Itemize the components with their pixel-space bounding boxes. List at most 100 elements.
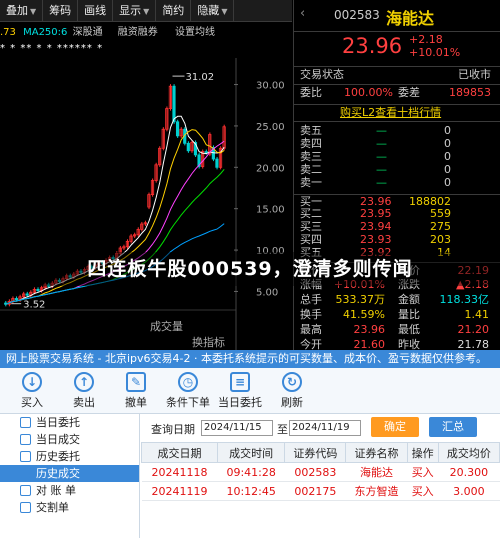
candle-body [215,158,219,168]
confirm-button[interactable]: 确定 [371,417,419,437]
date-to-value: 2024/11/19 [292,422,350,433]
table-row[interactable]: 20241118 09:41:28 002583 海能达 买入 20.300 [141,462,500,482]
simple-button[interactable]: 简约 [156,0,192,22]
status-label: 交易状态 [300,68,344,81]
refresh-label: 刷新 [281,396,303,409]
column-header[interactable]: 成交时间 [217,442,286,463]
chips-button[interactable]: 筹码 [43,0,79,22]
window-title: 网上股票交易系统 - 北京ipv6交易4-2 · 本委托系统提示的可买数量、成本… [0,350,500,368]
column-header[interactable]: 成交均价 [437,442,500,463]
sell-level-volume: 0 [444,137,451,150]
sell-level-label: 卖五 [300,124,322,137]
candle-body [25,293,29,296]
indicator-line: .73 MA250:6 深股通 融资融券 设置均线 [0,26,292,40]
table-cell: 海能达 [345,462,408,482]
cancel-doc-icon: ✎ [126,372,146,392]
ma-settings-tab[interactable]: 设置均线 [175,27,215,38]
hide-menu[interactable]: 隐藏 ▼ [191,0,235,22]
switch-indicator-button[interactable]: 换指标 [192,335,225,349]
y-tick-label: 25.00 [256,122,285,133]
stat-label: 今开 [300,338,322,350]
table-cell: 20241118 [141,462,218,482]
sell-label: 卖出 [73,396,95,409]
chevron-left-icon[interactable]: ‹ [300,6,305,21]
buy-level-label: 买四 [300,233,322,246]
date-to-input[interactable]: 2024/11/19 [289,420,361,436]
price-change-block: +2.18 +10.01% [409,33,460,59]
price-change-pct: +10.01% [409,46,461,59]
sell-level-label: 卖一 [300,176,322,189]
y-tick-label: 30.00 [256,81,285,92]
buy-level-row: 买三 23.94 275 [294,220,500,233]
sell-level-volume: 0 [444,124,451,137]
sell-level-price: — [376,137,387,150]
buy-level-price: 23.94 [360,220,392,233]
date-from-input[interactable]: 2024/11/15 [201,420,273,436]
column-header[interactable]: 操作 [406,442,439,463]
column-header[interactable]: 证券名称 [345,442,408,463]
simple-label: 简约 [162,4,185,17]
buy-level-row: 买二 23.95 559 [294,207,500,220]
sidebar-item-label: 历史委托 [36,450,80,463]
ma-value: .73 [0,27,16,38]
volume-label: 成交量 [150,319,183,333]
table-cell: 002175 [284,481,346,501]
buy-level-label: 买二 [300,207,322,220]
overlay-label: 叠加 [6,4,28,17]
sidebar-item-label: 当日成交 [36,433,80,446]
candle-body [175,121,180,137]
sell-level-volume: 0 [444,176,451,189]
table-row[interactable]: 20241119 10:12:45 002175 东方智造 买入 3.000 [141,481,500,501]
stat-label: 昨收 [398,338,420,350]
sidebar-item-label: 当日委托 [36,416,80,429]
today-orders-label: 当日委托 [218,396,262,409]
draw-line-button[interactable]: 画线 [78,0,114,22]
weibi-row: 委比 100.00% 委差 189853 [294,84,500,100]
hide-label: 隐藏 [197,4,220,17]
upload-icon: ↑ [74,372,94,392]
table-cell: 10:12:45 [217,481,285,501]
buy-button[interactable]: ↓ 买入 [6,368,58,413]
stat-value: 1.41 [464,308,490,321]
chips-label: 筹码 [49,4,72,17]
trade-history-table: 成交日期 成交时间 证券代码 证券名称 操作 成交均价 20241118 09:41:28 0… [140,442,500,501]
chevron-down-icon: ▼ [143,7,150,16]
hk-connect-tab[interactable]: 深股通 [73,27,103,38]
margin-tab[interactable]: 融资融券 [118,27,158,38]
summary-button[interactable]: 汇总 [429,417,477,437]
stat-row: 总手 533.37万 金额 118.33亿 [294,292,500,307]
l2-link[interactable]: 购买L2查看十档行情 [340,105,441,121]
stat-value: 41.59% [343,308,385,321]
refresh-button[interactable]: ↻ 刷新 [266,368,318,413]
overlay-menu[interactable]: 叠加 ▼ [0,0,44,22]
document-icon [20,485,31,496]
conditional-order-button[interactable]: ◷ 条件下单 [162,368,214,413]
sidebar-item[interactable]: 当日成交 [0,431,139,448]
stock-name: 海能达 [386,9,435,28]
sidebar-item[interactable]: 历史委托 [0,448,139,465]
buy-level-volume: 203 [430,233,451,246]
buy-level-volume: 275 [430,220,451,233]
weicha-value: 189853 [449,86,491,99]
current-price: 23.96 [342,34,403,58]
sell-level-row: 卖五 — 0 [294,124,500,137]
today-orders-button[interactable]: ≡ 当日委托 [214,368,266,413]
column-header[interactable]: 证券代码 [284,442,347,463]
sidebar-item[interactable]: 交割单 [0,499,139,516]
l2-row: 购买L2查看十档行情 [294,104,500,122]
display-menu[interactable]: 显示 ▼ [113,0,157,22]
sidebar-item[interactable]: 对 账 单 [0,482,139,499]
sell-level-volume: 0 [444,150,451,163]
sell-level-price: — [376,124,387,137]
sell-button[interactable]: ↑ 卖出 [58,368,110,413]
sidebar-item[interactable]: 当日委托 [0,414,139,431]
cancel-order-button[interactable]: ✎ 撤单 [110,368,162,413]
status-value: 已收市 [458,68,491,81]
table-body: 20241118 09:41:28 002583 海能达 买入 20.300 2024111… [141,462,500,501]
buy-level-row: 买四 23.93 203 [294,233,500,246]
sidebar-item[interactable]: 历史成交 [0,465,139,482]
column-header[interactable]: 成交日期 [140,442,219,463]
list-icon: ≡ [230,372,250,392]
stat-label: 量比 [398,308,420,321]
stat-label: 金额 [398,293,420,306]
